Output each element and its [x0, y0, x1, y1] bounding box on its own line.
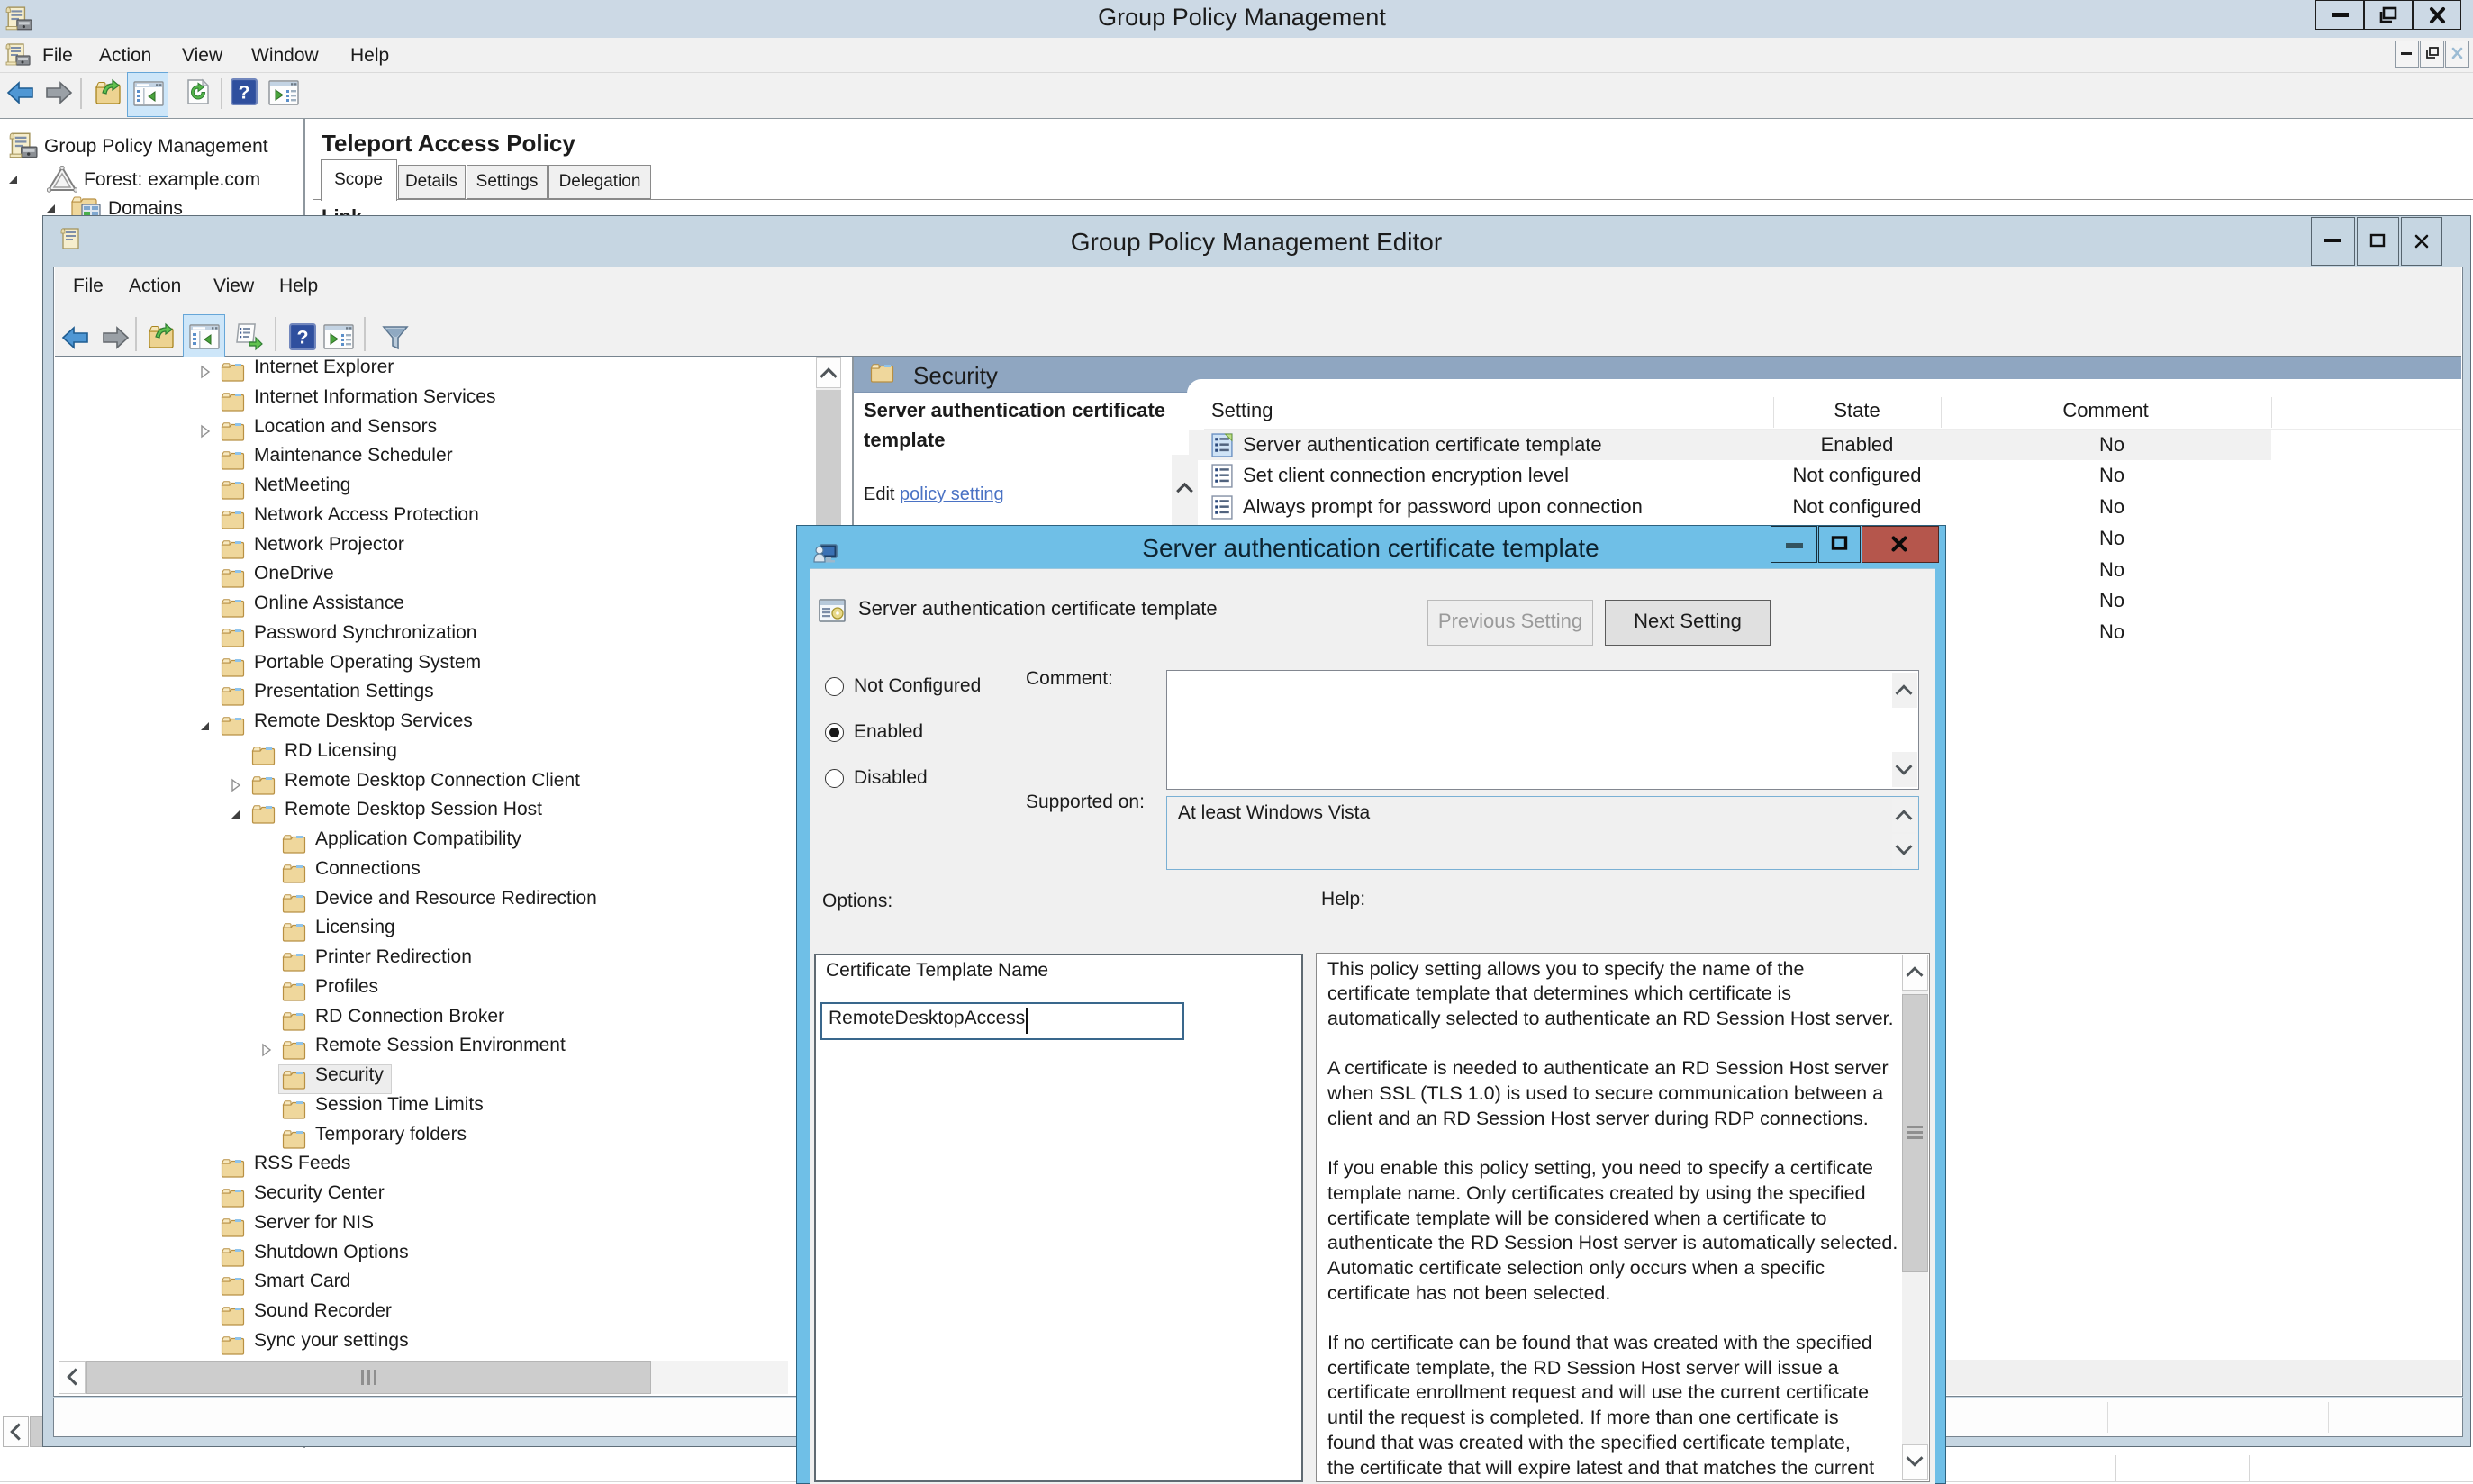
svg-text:?: ? [296, 327, 308, 348]
svg-text:?: ? [238, 82, 249, 104]
